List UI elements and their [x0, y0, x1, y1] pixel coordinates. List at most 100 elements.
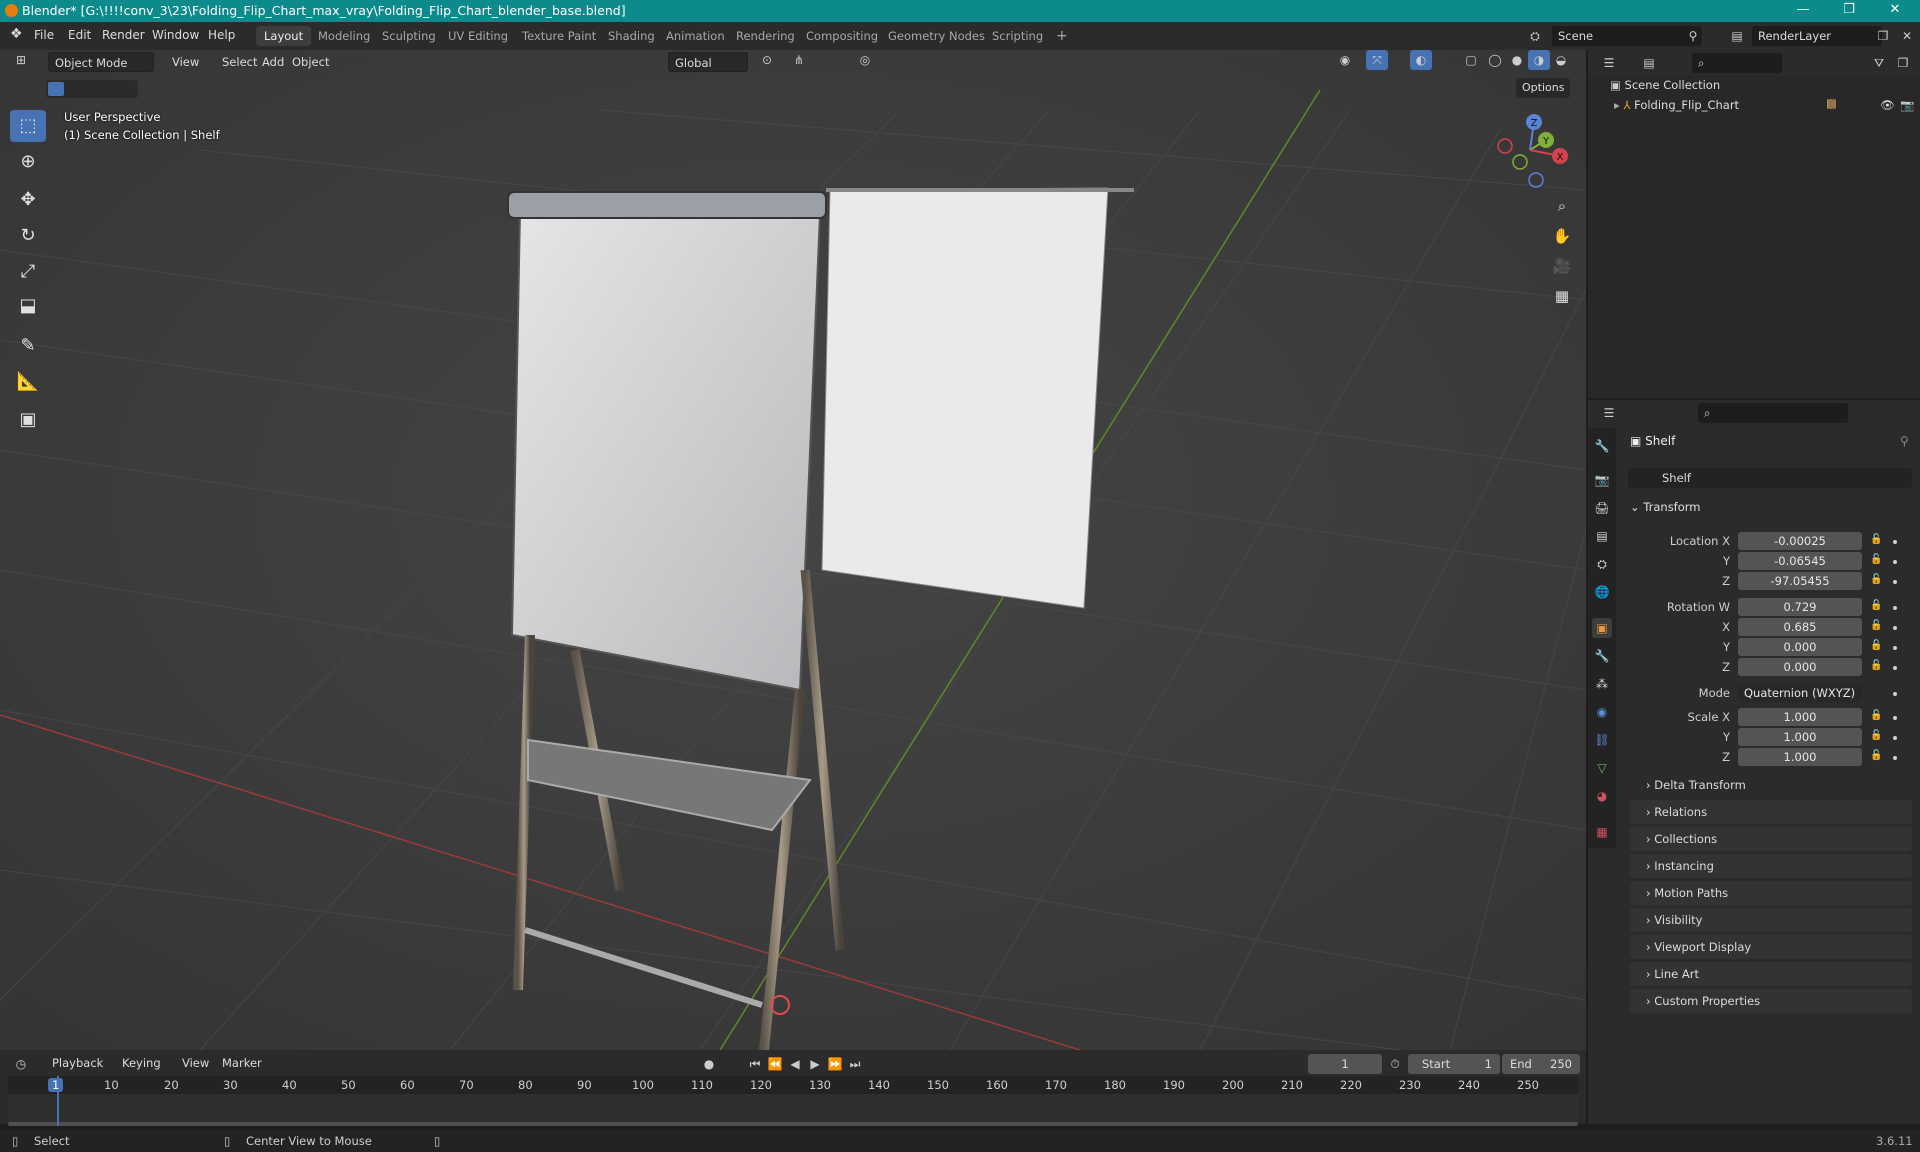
- new-collection-icon[interactable]: ❐: [1892, 53, 1914, 73]
- outliner-search-input[interactable]: ⌕: [1692, 53, 1782, 73]
- display-mode-icon[interactable]: ▤: [1638, 53, 1660, 73]
- rotation-z-field[interactable]: 0.000: [1738, 658, 1862, 676]
- record-icon[interactable]: ●: [698, 1054, 720, 1074]
- outliner-editor-icon[interactable]: ☰: [1598, 53, 1620, 73]
- timeline-menu-keying[interactable]: Keying: [116, 1053, 167, 1073]
- cursor-tool[interactable]: ⊕: [10, 146, 46, 178]
- tab-compositing[interactable]: Compositing: [798, 26, 886, 46]
- keyframe-dot[interactable]: [1893, 756, 1897, 760]
- menu-file[interactable]: File: [34, 28, 54, 42]
- scene-tab-icon[interactable]: ⛭: [1592, 554, 1612, 574]
- current-frame-field[interactable]: 1: [1308, 1054, 1382, 1074]
- menu-window[interactable]: Window: [152, 28, 199, 42]
- minimize-button[interactable]: —: [1780, 0, 1826, 22]
- transform-tool[interactable]: ⬓: [10, 290, 46, 322]
- solid-shading-icon[interactable]: ●: [1506, 50, 1528, 70]
- lock-icon[interactable]: 🔓: [1870, 600, 1882, 611]
- editor-type-icon[interactable]: ⊞: [10, 50, 32, 70]
- lock-icon[interactable]: 🔓: [1870, 750, 1882, 761]
- lock-icon[interactable]: 🔓: [1870, 730, 1882, 741]
- pan-hand-icon[interactable]: ✋: [1548, 222, 1576, 250]
- world-tab-icon[interactable]: 🌐: [1592, 582, 1612, 602]
- xray-icon[interactable]: ▢: [1460, 50, 1482, 70]
- snap-icon[interactable]: ⋔: [788, 50, 810, 70]
- keyframe-dot[interactable]: [1893, 560, 1897, 564]
- tab-modeling[interactable]: Modeling: [310, 26, 378, 46]
- gizmo-toggle-icon[interactable]: ⤧: [1366, 50, 1388, 70]
- outliner-item-folding-flip-chart[interactable]: ▸ ⅄ Folding_Flip_Chart ▩ 👁 📷: [1614, 96, 1914, 112]
- panel-relations[interactable]: › Relations: [1630, 800, 1912, 824]
- measure-tool[interactable]: 📐: [10, 366, 46, 398]
- lock-icon[interactable]: 🔓: [1870, 554, 1882, 565]
- keyframe-dot[interactable]: [1893, 716, 1897, 720]
- blender-menu-icon[interactable]: ❖: [10, 26, 23, 42]
- keyframe-dot[interactable]: [1893, 666, 1897, 670]
- properties-editor-icon[interactable]: ☰: [1598, 403, 1620, 423]
- material-tab-icon[interactable]: ◕: [1592, 786, 1612, 806]
- select-box-tool[interactable]: ⬚: [10, 110, 46, 142]
- timeline-menu-marker[interactable]: Marker: [216, 1053, 268, 1073]
- view-layer-tab-icon[interactable]: ▤: [1592, 526, 1612, 546]
- orientation-dropdown[interactable]: Global: [668, 52, 748, 72]
- keyframe-dot[interactable]: [1893, 646, 1897, 650]
- 3d-viewport[interactable]: [0, 50, 1586, 1050]
- object-name-field[interactable]: Shelf: [1628, 468, 1912, 488]
- pin-icon[interactable]: ⚲: [1682, 26, 1704, 46]
- maximize-button[interactable]: ❐: [1826, 0, 1872, 22]
- tab-animation[interactable]: Animation: [658, 26, 733, 46]
- keyframe-dot[interactable]: [1893, 540, 1897, 544]
- jump-end-icon[interactable]: ⏭: [844, 1054, 866, 1074]
- jump-start-icon[interactable]: ⏮: [744, 1054, 766, 1074]
- play-reverse-icon[interactable]: ◀: [784, 1054, 806, 1074]
- render-layer-field[interactable]: RenderLayer: [1752, 26, 1882, 46]
- viewport-menu-view[interactable]: View: [166, 52, 205, 72]
- timeline-menu-view[interactable]: View: [176, 1053, 215, 1073]
- tab-texture-paint[interactable]: Texture Paint: [514, 26, 604, 46]
- object-tab-icon[interactable]: ▣: [1592, 618, 1612, 638]
- rotation-mode-dropdown[interactable]: Quaternion (WXYZ): [1738, 684, 1862, 702]
- render-camera-icon[interactable]: 📷: [1900, 98, 1914, 112]
- tool-tab-icon[interactable]: 🔧: [1592, 436, 1612, 456]
- rendered-shading-icon[interactable]: ◒: [1550, 50, 1572, 70]
- menu-help[interactable]: Help: [208, 28, 235, 42]
- lock-icon[interactable]: 🔓: [1870, 620, 1882, 631]
- rotation-w-field[interactable]: 0.729: [1738, 598, 1862, 616]
- lock-icon[interactable]: 🔓: [1870, 574, 1882, 585]
- eye-icon[interactable]: 👁: [1880, 98, 1895, 112]
- delta-transform-subpanel[interactable]: › Delta Transform: [1646, 778, 1746, 792]
- tab-geometry-nodes[interactable]: Geometry Nodes: [880, 26, 993, 46]
- panel-line-art[interactable]: › Line Art: [1630, 962, 1912, 986]
- rotation-y-field[interactable]: 0.000: [1738, 638, 1862, 656]
- lock-icon[interactable]: 🔓: [1870, 710, 1882, 721]
- timeline-menu-playback[interactable]: Playback: [46, 1053, 109, 1073]
- overlay-toggle-icon[interactable]: ◐: [1410, 50, 1432, 70]
- start-frame-field[interactable]: Start 1: [1408, 1054, 1500, 1074]
- mode-dropdown[interactable]: Object Mode: [48, 52, 154, 72]
- move-tool[interactable]: ✥: [10, 184, 46, 216]
- panel-collections[interactable]: › Collections: [1630, 827, 1912, 851]
- select-new-icon[interactable]: [48, 82, 64, 96]
- material-shading-icon[interactable]: ◑: [1528, 50, 1550, 70]
- render-layer-icon[interactable]: ▤: [1726, 26, 1748, 46]
- viewport-menu-object[interactable]: Object: [286, 52, 335, 72]
- constraints-tab-icon[interactable]: ⛓: [1592, 730, 1612, 750]
- modifier-tab-icon[interactable]: 🔧: [1592, 646, 1612, 666]
- add-workspace-button[interactable]: +: [1048, 26, 1076, 46]
- transform-panel-header[interactable]: ⌄ Transform: [1630, 500, 1912, 522]
- timeline-scrollbar[interactable]: [8, 1122, 1578, 1126]
- particles-tab-icon[interactable]: ⁂: [1592, 674, 1612, 694]
- lock-icon[interactable]: 🔓: [1870, 640, 1882, 651]
- select-mode-buttons[interactable]: [46, 80, 138, 98]
- location-y-field[interactable]: -0.06545: [1738, 552, 1862, 570]
- physics-tab-icon[interactable]: ◉: [1592, 702, 1612, 722]
- close-layer-icon[interactable]: ✕: [1896, 26, 1918, 46]
- tab-uv-editing[interactable]: UV Editing: [440, 26, 516, 46]
- navigation-gizmo[interactable]: Z Y X: [1490, 110, 1570, 190]
- visibility-icon[interactable]: ◉: [1334, 50, 1356, 70]
- lock-icon[interactable]: 🔓: [1870, 534, 1882, 545]
- panel-visibility[interactable]: › Visibility: [1630, 908, 1912, 932]
- camera-view-icon[interactable]: 🎥: [1548, 252, 1576, 280]
- keyframe-dot[interactable]: [1893, 736, 1897, 740]
- timeline-editor-icon[interactable]: ◷: [10, 1054, 32, 1074]
- pin-properties-icon[interactable]: ⚲: [1900, 434, 1909, 448]
